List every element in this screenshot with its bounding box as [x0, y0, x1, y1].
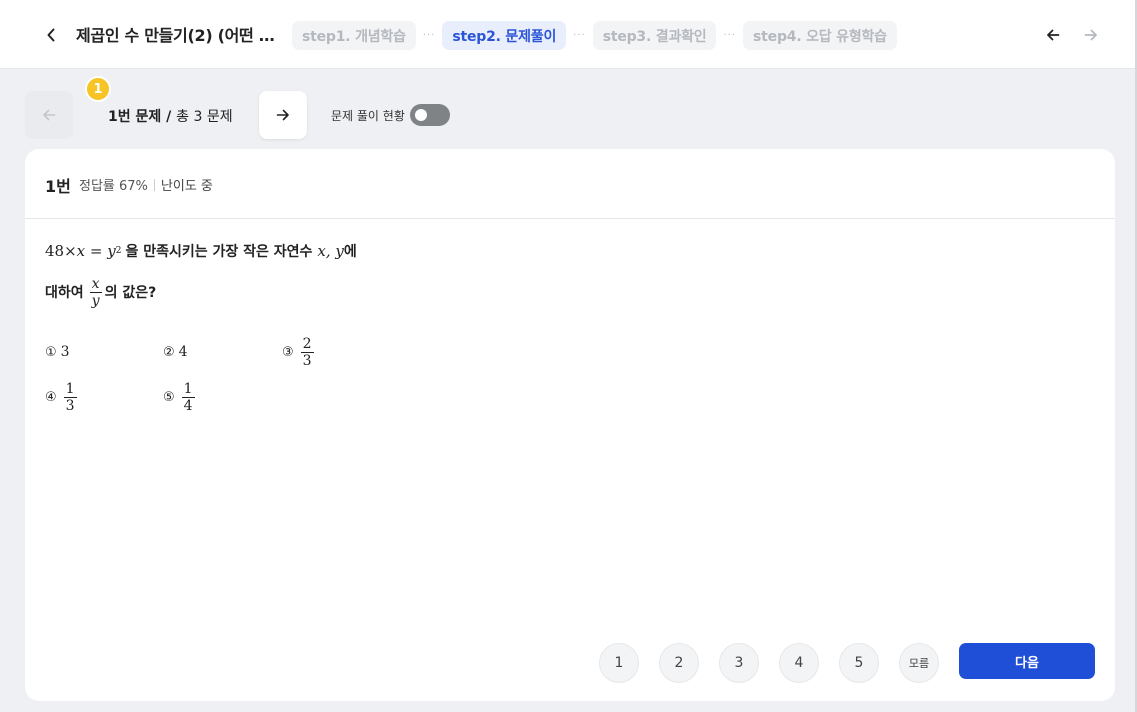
- choice-mark: ②: [163, 344, 175, 360]
- step-separator: ···: [573, 30, 586, 41]
- choice-mark: ③: [282, 344, 294, 360]
- stem-text: 에: [343, 244, 357, 260]
- fraction-numerator: 2: [302, 335, 312, 352]
- answer-button-unknown[interactable]: 모름: [899, 643, 939, 683]
- solve-status-label: 문제 풀이 현황: [331, 109, 405, 123]
- stem-text: 을 만족시키는 가장 작은 자연수: [125, 244, 313, 260]
- fraction-numerator: 1: [183, 380, 193, 397]
- next-question-button[interactable]: [259, 91, 307, 139]
- stem-text: 의 값은?: [104, 285, 157, 301]
- stem-var-x: x: [76, 242, 86, 260]
- tab-step3[interactable]: step3. 결과확인: [592, 21, 717, 50]
- choice-3[interactable]: ③ 2 3: [282, 334, 317, 370]
- stem-var-y: y: [107, 242, 116, 260]
- answer-button-1[interactable]: 1: [599, 643, 639, 683]
- step-separator: ···: [723, 30, 737, 41]
- stem-fraction: x y: [89, 275, 102, 309]
- stem-number: 48: [45, 242, 65, 260]
- choice-4[interactable]: ④ 1 3: [45, 379, 80, 415]
- step-tabs: step1. 개념학습 ··· step2. 문제풀이 ··· step3. 결…: [292, 21, 897, 50]
- solve-status-toggle[interactable]: [410, 104, 450, 126]
- choice-2[interactable]: ② 4: [163, 334, 188, 370]
- previous-question-button[interactable]: [25, 91, 73, 139]
- arrow-right-icon[interactable]: [1080, 23, 1102, 47]
- back-chevron-icon[interactable]: [40, 23, 62, 47]
- fraction-numerator: x: [91, 275, 100, 292]
- fraction-denominator: 3: [302, 352, 312, 369]
- question-meta: 정답률 67% 난이도 중: [79, 175, 213, 194]
- current-question: 1번 문제: [108, 109, 162, 125]
- choice-fraction: 1 4: [181, 380, 195, 414]
- question-number: 1번: [45, 177, 71, 196]
- counter-divider: /: [161, 109, 177, 125]
- choice-value: 4: [178, 344, 188, 360]
- total-questions: 총 3 문제: [176, 109, 233, 125]
- stem-equals: =: [85, 242, 108, 260]
- stem-times: ×: [64, 242, 77, 260]
- choice-fraction: 1 3: [63, 380, 77, 414]
- answer-button-2[interactable]: 2: [659, 643, 699, 683]
- tab-step4[interactable]: step4. 오답 유형학습: [743, 21, 897, 50]
- arrow-left-icon: [43, 109, 56, 121]
- choice-mark: ①: [45, 344, 57, 360]
- arrow-right-icon: [276, 109, 289, 121]
- choice-5[interactable]: ⑤ 1 4: [163, 379, 198, 415]
- next-button[interactable]: 다음: [959, 643, 1095, 679]
- choice-mark: ④: [45, 389, 57, 405]
- stem-exponent: 2: [115, 246, 122, 256]
- accuracy-rate: 정답률 67%: [79, 179, 148, 194]
- answer-button-3[interactable]: 3: [719, 643, 759, 683]
- choice-mark: ⑤: [163, 389, 175, 405]
- step-separator: ···: [422, 30, 436, 41]
- choice-fraction: 2 3: [300, 335, 314, 369]
- question-header: 1번 정답률 67% 난이도 중: [25, 149, 1115, 219]
- difficulty-level: 난이도 중: [160, 179, 213, 194]
- top-bar: 제곱인 수 만들기(2) (어떤 … step1. 개념학습 ··· step2…: [0, 0, 1137, 69]
- fraction-denominator: 3: [65, 397, 75, 414]
- meta-divider: [153, 178, 155, 191]
- answer-button-4[interactable]: 4: [779, 643, 819, 683]
- page-title: 제곱인 수 만들기(2) (어떤 …: [76, 26, 275, 45]
- stem-text: 대하여: [45, 285, 84, 301]
- answer-button-5[interactable]: 5: [839, 643, 879, 683]
- tab-step2[interactable]: step2. 문제풀이: [442, 21, 567, 50]
- fraction-denominator: 4: [183, 397, 193, 414]
- choice-1[interactable]: ① 3: [45, 334, 70, 370]
- fraction-numerator: 1: [65, 380, 75, 397]
- toggle-knob: [415, 109, 427, 121]
- tab-step1[interactable]: step1. 개념학습: [292, 21, 416, 50]
- stem-vars: x, y: [317, 242, 344, 260]
- question-stem: 48 × x = y2 을 만족시키는 가장 작은 자연수 x, y에 대하여 …: [45, 239, 357, 309]
- fraction-denominator: y: [91, 292, 100, 309]
- question-badge: 1: [85, 76, 111, 102]
- question-card: 1번 정답률 67% 난이도 중 48 × x = y2 을 만족시키는 가장 …: [25, 149, 1115, 701]
- arrow-left-icon[interactable]: [1042, 23, 1064, 47]
- choice-value: 3: [60, 344, 70, 360]
- question-counter: 1번 문제 / 총 3 문제: [108, 106, 233, 126]
